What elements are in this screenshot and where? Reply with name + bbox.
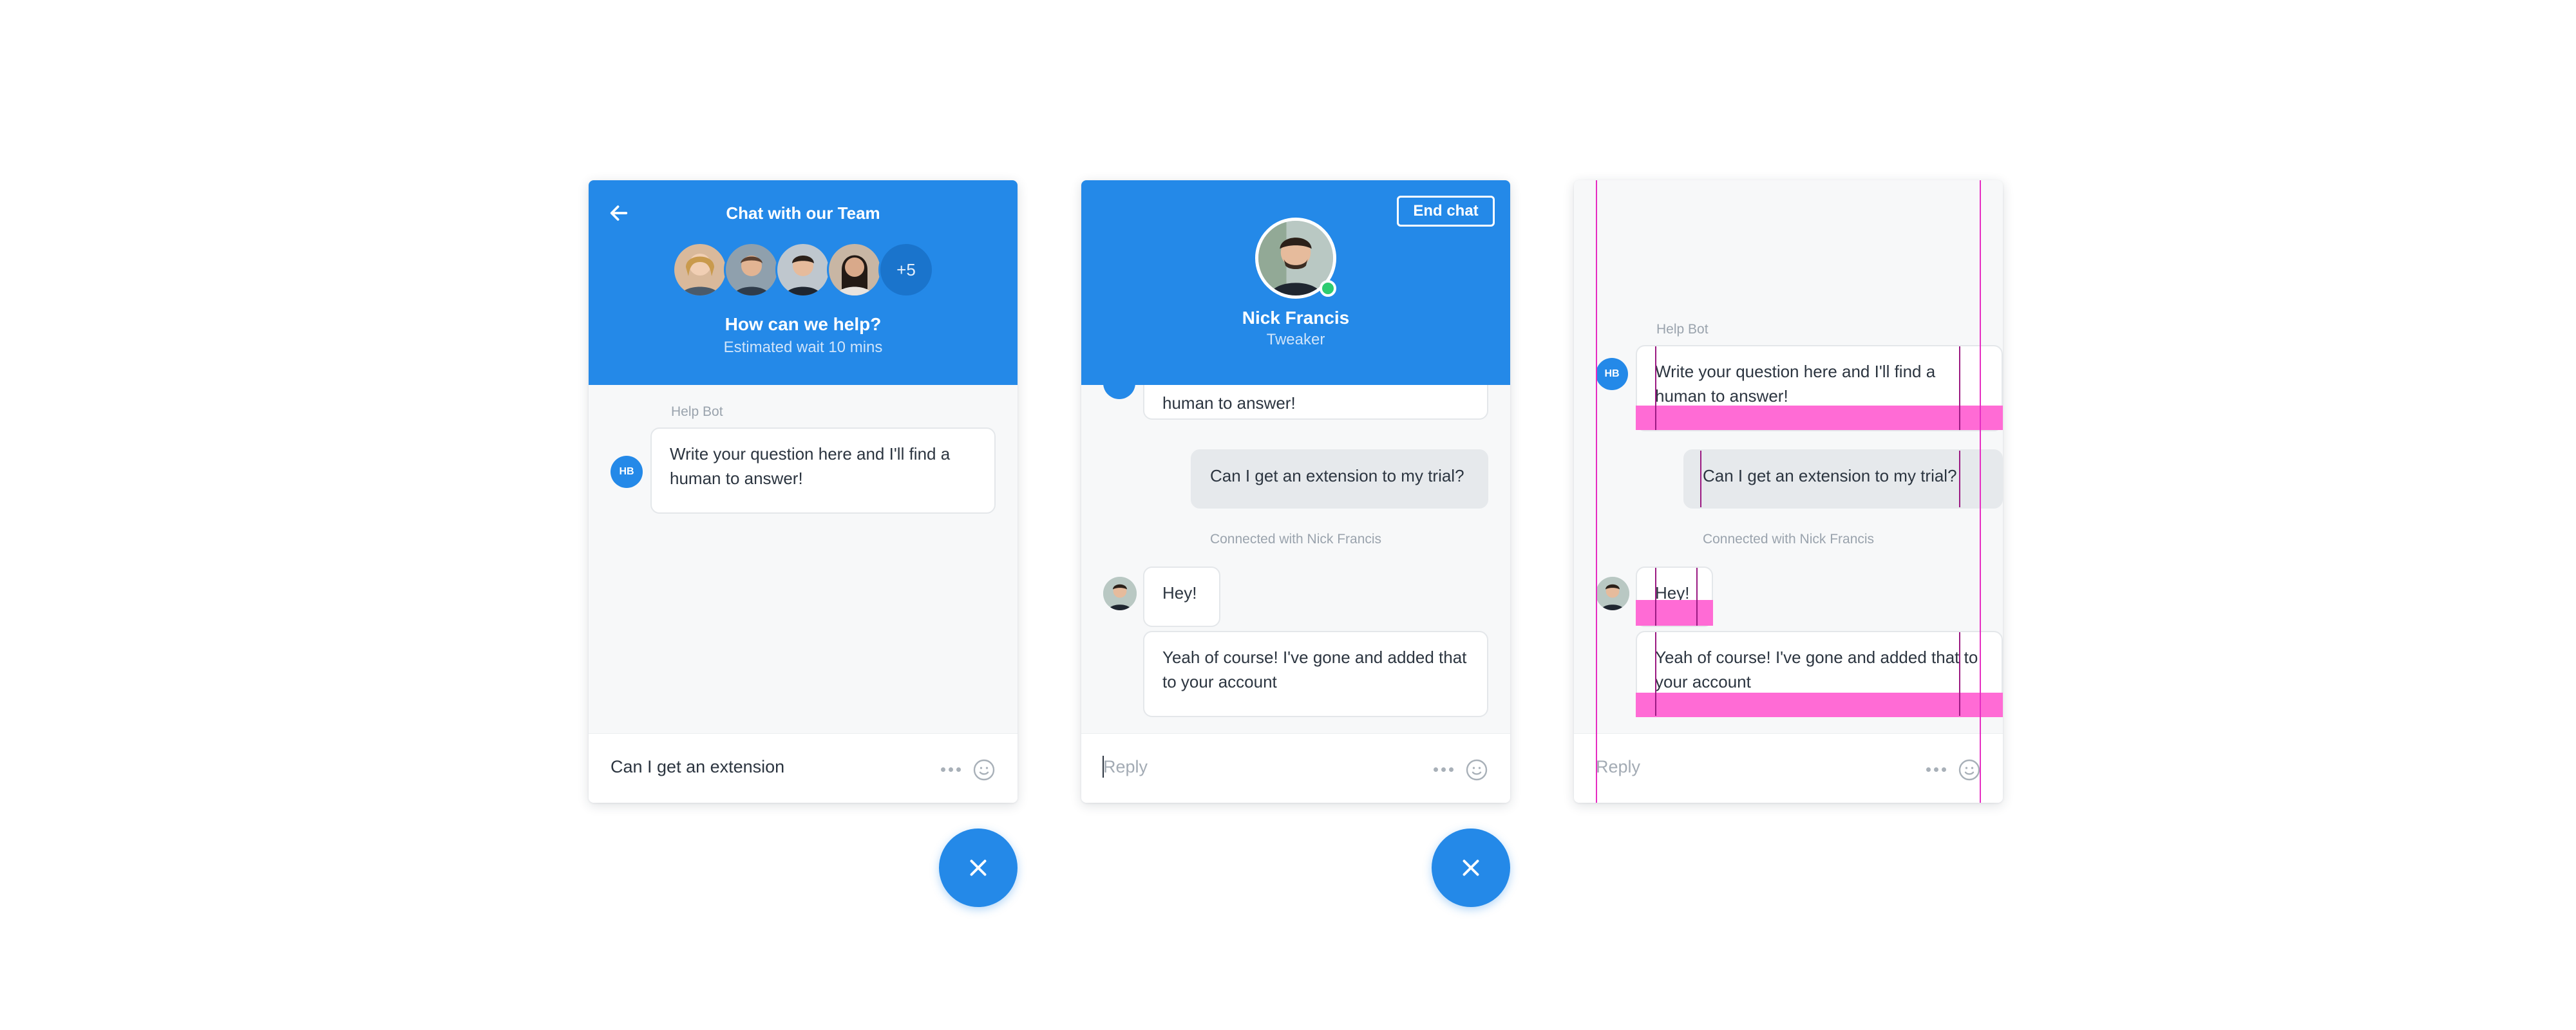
agent-header: End chat Nick Francis Tweaker [1081,180,1510,385]
padding-guide-line [1655,346,1656,430]
agent-message: Yeah of course! I've gone and added that… [1143,631,1488,717]
help-prompt: How can we help? [724,314,882,334]
chat-widget-team: Chat with our Team +5 How can we help? E… [589,180,1018,803]
padding-guide [1636,406,2003,430]
bot-label: Help Bot [671,404,723,419]
agent-message: Hey! [1143,566,1220,627]
bot-message: Write your question here and I'll find a… [650,427,996,514]
close-chat-button[interactable] [1432,829,1510,907]
online-status-dot [1320,280,1336,297]
chat-widget-guides: Help Bot HB Write your question here and… [1574,180,2003,803]
padding-guide-line [1655,632,1656,716]
padding-guide-line [1655,568,1656,626]
smiley-icon[interactable] [972,758,996,782]
reply-input[interactable]: Reply [1103,757,1148,777]
smiley-icon[interactable] [1958,758,1981,782]
system-message: Connected with Nick Francis [1209,532,1382,547]
agent-small-avatar [1596,577,1629,610]
close-chat-button[interactable] [939,829,1018,907]
more-dots-icon[interactable] [1926,767,1946,772]
chat-title: Chat with our Team [726,203,880,223]
padding-guide [1636,693,2003,717]
more-team-count: +5 [878,242,934,297]
close-icon [970,859,987,876]
reply-input[interactable]: Reply [1596,757,1640,777]
padding-guide-line [1959,346,1960,430]
team-avatar [724,242,779,297]
padding-guide-line [1700,451,1701,507]
bot-avatar: HB [611,456,643,488]
composer: Can I get an extension [589,733,1018,803]
user-message: Can I get an extension to my trial? [1683,449,2003,509]
chat-widget-agent: human to answer! End chat Nick Francis T… [1081,180,1510,803]
team-avatar [775,242,831,297]
margin-guide [1980,733,1981,803]
more-dots-icon[interactable] [941,767,961,772]
padding-guide-line [1959,632,1960,716]
system-message: Connected with Nick Francis [1702,532,1875,547]
user-message: Can I get an extension to my trial? [1191,449,1488,509]
team-avatar [827,242,882,297]
agent-small-avatar [1103,577,1137,610]
team-avatars: +5 [589,242,1018,297]
agent-role: Tweaker [1266,331,1325,348]
close-icon [1463,859,1479,876]
stage: Chat with our Team +5 How can we help? E… [0,0,2576,1030]
chat-header: Chat with our Team +5 How can we help? E… [589,180,1018,385]
smiley-icon[interactable] [1465,758,1488,782]
team-avatar [672,242,728,297]
margin-guide [1596,733,1597,803]
wait-time: Estimated wait 10 mins [723,339,883,356]
padding-guide-line [1696,568,1698,626]
padding-guide-line [1959,451,1960,507]
composer: Reply [1574,733,2003,803]
agent-name: Nick Francis [1242,308,1350,328]
composer: Reply [1081,733,1510,803]
end-chat-button[interactable]: End chat [1397,196,1495,227]
bot-avatar: HB [1596,358,1628,390]
margin-guide [1596,180,1597,803]
padding-guide [1636,600,1713,626]
text-cursor [1103,756,1104,778]
more-dots-icon[interactable] [1434,767,1454,772]
bot-label: Help Bot [1656,322,1709,337]
margin-guide [1980,180,1981,803]
message-input[interactable]: Can I get an extension [611,757,784,777]
